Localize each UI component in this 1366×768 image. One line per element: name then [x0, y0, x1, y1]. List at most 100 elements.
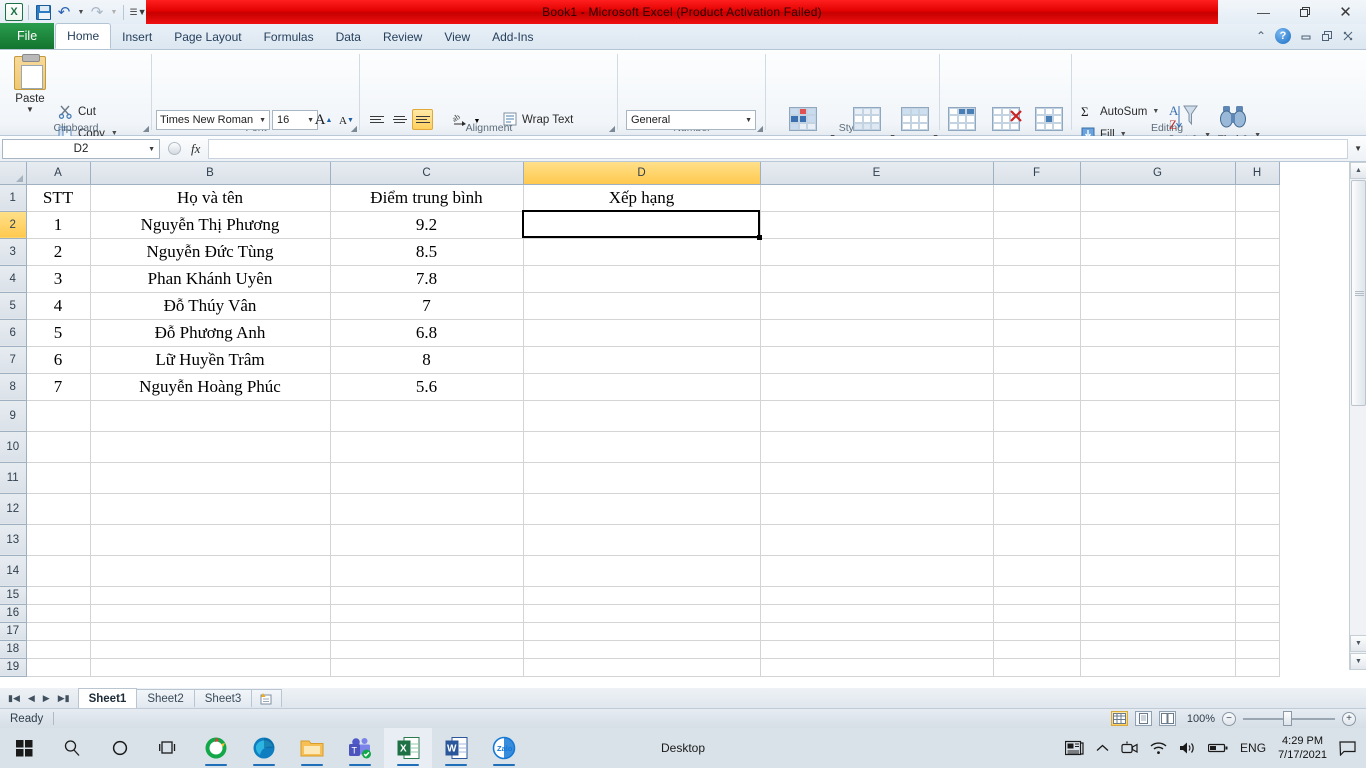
cell-E13[interactable]	[760, 524, 994, 556]
cell-D2[interactable]	[523, 211, 761, 239]
cell-D17[interactable]	[523, 622, 761, 641]
row-header-10[interactable]: 10	[0, 431, 27, 463]
cell-B8[interactable]: Nguyễn Hoàng Phúc	[90, 373, 331, 401]
row-header-3[interactable]: 3	[0, 238, 27, 266]
column-header-g[interactable]: G	[1080, 162, 1236, 185]
tab-formulas[interactable]: Formulas	[253, 25, 325, 49]
cell-C3[interactable]: 8.5	[330, 238, 524, 266]
column-header-d[interactable]: D	[523, 162, 761, 185]
cell-A14[interactable]	[26, 555, 91, 587]
row-header-16[interactable]: 16	[0, 604, 27, 623]
show-hidden-icons-chevron[interactable]	[1090, 728, 1115, 768]
number-format-dropdown-icon[interactable]: ▼	[745, 117, 752, 124]
cell-H7[interactable]	[1235, 346, 1280, 374]
cell-F12[interactable]	[993, 493, 1081, 525]
cell-D14[interactable]	[523, 555, 761, 587]
cell-A3[interactable]: 2	[26, 238, 91, 266]
tab-home[interactable]: Home	[55, 23, 112, 49]
cell-F6[interactable]	[993, 319, 1081, 347]
font-name-input[interactable]: Times New Roman ▼	[156, 110, 270, 130]
cell-D10[interactable]	[523, 431, 761, 463]
name-box-dropdown-icon[interactable]: ▼	[148, 146, 155, 153]
cell-H15[interactable]	[1235, 586, 1280, 605]
cell-B9[interactable]	[90, 400, 331, 432]
cell-H3[interactable]	[1235, 238, 1280, 266]
row-header-5[interactable]: 5	[0, 292, 27, 320]
cell-G17[interactable]	[1080, 622, 1236, 641]
column-header-b[interactable]: B	[90, 162, 331, 185]
cell-E5[interactable]	[760, 292, 994, 320]
cell-G13[interactable]	[1080, 524, 1236, 556]
cell-G7[interactable]	[1080, 346, 1236, 374]
row-header-1[interactable]: 1	[0, 184, 27, 212]
cell-H9[interactable]	[1235, 400, 1280, 432]
scroll-down-button[interactable]: ▼	[1350, 635, 1366, 652]
cell-A19[interactable]	[26, 658, 91, 677]
cell-A13[interactable]	[26, 524, 91, 556]
language-indicator[interactable]: ENG	[1234, 728, 1272, 768]
tab-file[interactable]: File	[0, 23, 55, 49]
cell-C6[interactable]: 6.8	[330, 319, 524, 347]
cell-G8[interactable]	[1080, 373, 1236, 401]
tab-page-layout[interactable]: Page Layout	[163, 25, 252, 49]
cell-D5[interactable]	[523, 292, 761, 320]
cell-C15[interactable]	[330, 586, 524, 605]
cell-E19[interactable]	[760, 658, 994, 677]
battery-icon[interactable]	[1202, 728, 1234, 768]
cell-F13[interactable]	[993, 524, 1081, 556]
file-explorer-icon[interactable]	[288, 728, 336, 768]
doc-close-icon[interactable]	[1342, 30, 1354, 42]
row-header-2[interactable]: 2	[0, 211, 27, 239]
cell-B2[interactable]: Nguyễn Thị Phương	[90, 211, 331, 239]
cell-G10[interactable]	[1080, 431, 1236, 463]
undo-dropdown-icon[interactable]: ▼	[75, 2, 86, 22]
column-header-h[interactable]: H	[1235, 162, 1280, 185]
page-layout-view-button[interactable]	[1135, 711, 1152, 726]
start-button[interactable]	[0, 728, 48, 768]
cell-D8[interactable]	[523, 373, 761, 401]
row-header-11[interactable]: 11	[0, 462, 27, 494]
cell-C4[interactable]: 7.8	[330, 265, 524, 293]
cell-D18[interactable]	[523, 640, 761, 659]
cell-C2[interactable]: 9.2	[330, 211, 524, 239]
zalo-icon[interactable]: Zalo	[480, 728, 528, 768]
cell-A15[interactable]	[26, 586, 91, 605]
row-header-8[interactable]: 8	[0, 373, 27, 401]
customize-qat-icon[interactable]: ☰▼	[128, 2, 148, 22]
cell-F3[interactable]	[993, 238, 1081, 266]
cell-C1[interactable]: Điểm trung bình	[330, 184, 524, 212]
shrink-font-icon[interactable]: A ▼	[336, 110, 357, 131]
cell-B19[interactable]	[90, 658, 331, 677]
paste-dropdown-icon[interactable]: ▼	[6, 105, 54, 114]
cell-F16[interactable]	[993, 604, 1081, 623]
cell-B16[interactable]	[90, 604, 331, 623]
search-icon[interactable]	[48, 728, 96, 768]
cell-G15[interactable]	[1080, 586, 1236, 605]
cell-E2[interactable]	[760, 211, 994, 239]
normal-view-button[interactable]	[1111, 711, 1128, 726]
cell-A1[interactable]: STT	[26, 184, 91, 212]
zoom-out-button[interactable]: −	[1222, 711, 1236, 726]
cell-F9[interactable]	[993, 400, 1081, 432]
cell-F14[interactable]	[993, 555, 1081, 587]
cell-B17[interactable]	[90, 622, 331, 641]
cell-G4[interactable]	[1080, 265, 1236, 293]
close-button[interactable]: ✕	[1325, 0, 1366, 24]
cell-H13[interactable]	[1235, 524, 1280, 556]
microsoft-teams-icon[interactable]: T	[336, 728, 384, 768]
cell-C8[interactable]: 5.6	[330, 373, 524, 401]
cell-H16[interactable]	[1235, 604, 1280, 623]
cell-E10[interactable]	[760, 431, 994, 463]
cell-D11[interactable]	[523, 462, 761, 494]
column-header-a[interactable]: A	[26, 162, 91, 185]
font-size-input[interactable]: 16 ▼	[272, 110, 318, 130]
cell-G9[interactable]	[1080, 400, 1236, 432]
cell-G14[interactable]	[1080, 555, 1236, 587]
cell-A4[interactable]: 3	[26, 265, 91, 293]
cell-E6[interactable]	[760, 319, 994, 347]
row-header-4[interactable]: 4	[0, 265, 27, 293]
row-header-6[interactable]: 6	[0, 319, 27, 347]
cell-F2[interactable]	[993, 211, 1081, 239]
cell-C13[interactable]	[330, 524, 524, 556]
cell-B1[interactable]: Họ và tên	[90, 184, 331, 212]
